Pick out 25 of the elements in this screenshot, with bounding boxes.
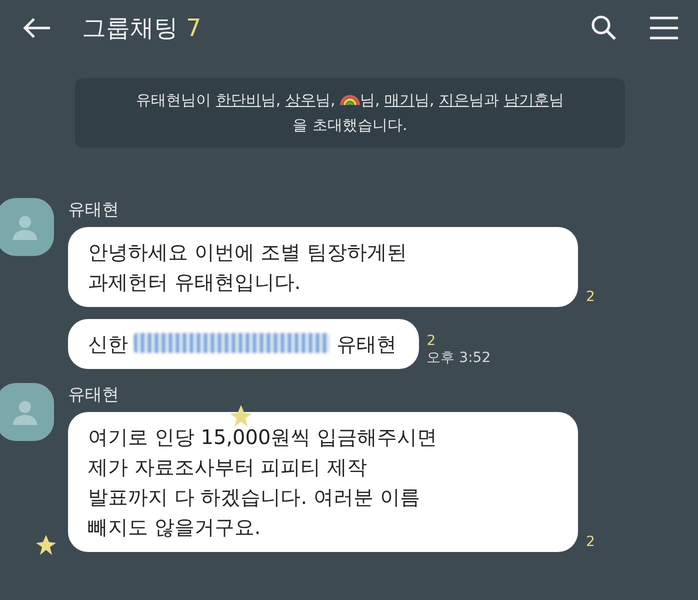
message-bubble: 안녕하세요 이번에 조별 팀장하게된 과제헌터 유태현입니다. (68, 227, 578, 307)
unread-count: 2 (586, 534, 595, 550)
message-bubble: 여기로 인당 15,000원씩 입금해주시면 제가 자료조사부터 피피티 제작 발표까지 다 하겠습니다. 여러분 이름 빼지도 않을거구요. (68, 412, 578, 552)
chat-title: 그룹채팅 (82, 13, 178, 44)
unread-count: 2 (426, 333, 437, 349)
profile-avatar[interactable] (0, 383, 54, 441)
rainbow-icon (340, 95, 360, 105)
member-link[interactable]: 한단비 (216, 91, 261, 109)
menu-button[interactable] (648, 15, 680, 41)
star-icon (230, 405, 252, 427)
star-icon (36, 535, 56, 555)
unread-count: 2 (586, 289, 595, 305)
search-button[interactable] (590, 14, 618, 42)
invite-notice: 유태현님이 한단비 님, 상우님, 님, 매기 님, 지은님과 남기훈님을 초대했습니다. (75, 78, 625, 148)
member-link[interactable]: 매기 (384, 91, 415, 109)
member-link[interactable]: 남기훈 (504, 91, 549, 109)
sender-name: 유태현 (68, 384, 120, 406)
member-link[interactable]: 지은 (439, 91, 470, 109)
back-button[interactable] (22, 16, 52, 40)
sender-name: 유태현 (68, 199, 120, 221)
profile-avatar[interactable] (0, 198, 54, 256)
message-time: 오후 3:52 (426, 349, 491, 367)
member-count: 7 (186, 14, 202, 42)
member-link[interactable]: 상우 (285, 91, 316, 109)
message-bubble: 신한 유태현 (68, 319, 419, 369)
